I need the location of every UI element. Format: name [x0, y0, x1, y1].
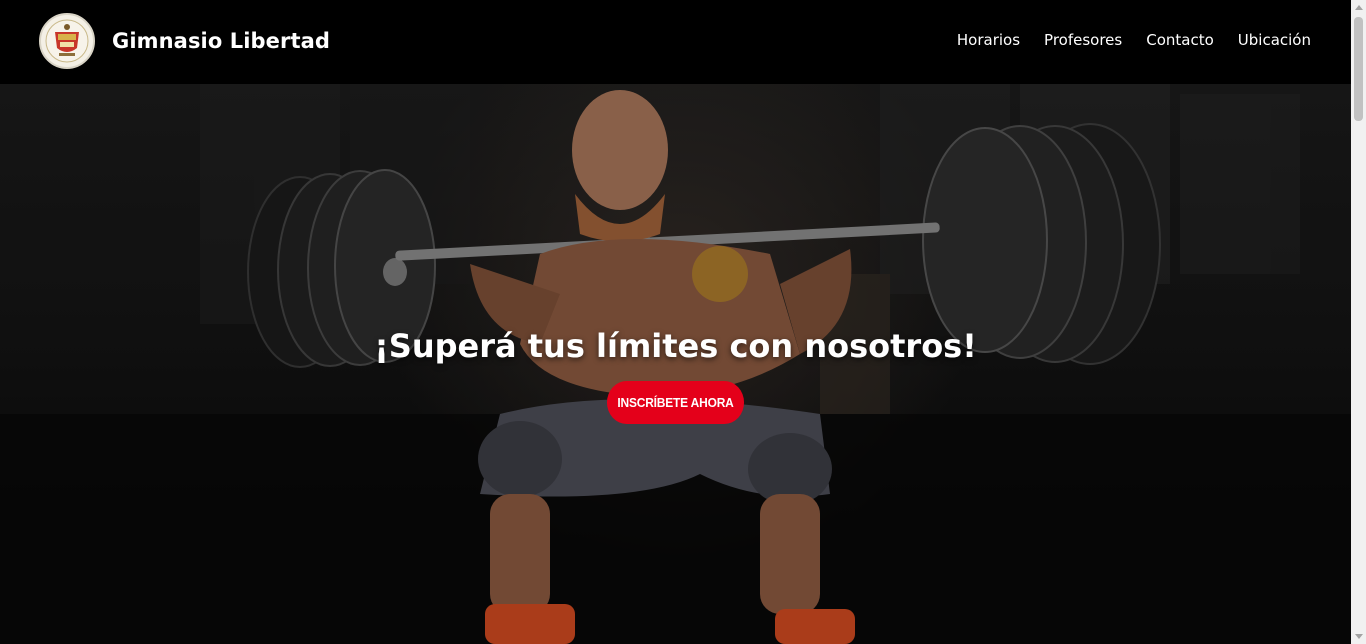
- nav-link-ubicacion[interactable]: Ubicación: [1238, 31, 1311, 49]
- main-nav: Horarios Profesores Contacto Ubicación: [957, 31, 1311, 49]
- navbar: Gimnasio Libertad Horarios Profesores Co…: [0, 0, 1351, 84]
- signup-button[interactable]: INSCRÍBETE AHORA: [606, 381, 745, 424]
- nav-link-horarios[interactable]: Horarios: [957, 31, 1020, 49]
- page: Gimnasio Libertad Horarios Profesores Co…: [0, 0, 1366, 644]
- hero-title: ¡Superá tus límites con nosotros!: [374, 327, 977, 365]
- scroll-up-arrow-icon[interactable]: [1355, 5, 1363, 10]
- nav-link-contacto[interactable]: Contacto: [1146, 31, 1214, 49]
- hero-section: ¡Superá tus límites con nosotros! INSCRÍ…: [0, 84, 1351, 644]
- scroll-down-arrow-icon[interactable]: [1355, 634, 1363, 639]
- page-scrollbar[interactable]: [1351, 0, 1366, 644]
- scroll-thumb[interactable]: [1354, 17, 1363, 121]
- brand-link[interactable]: Gimnasio Libertad: [39, 13, 330, 69]
- brand-name: Gimnasio Libertad: [112, 29, 331, 53]
- gym-logo-icon: [39, 13, 95, 69]
- nav-link-profesores[interactable]: Profesores: [1044, 31, 1122, 49]
